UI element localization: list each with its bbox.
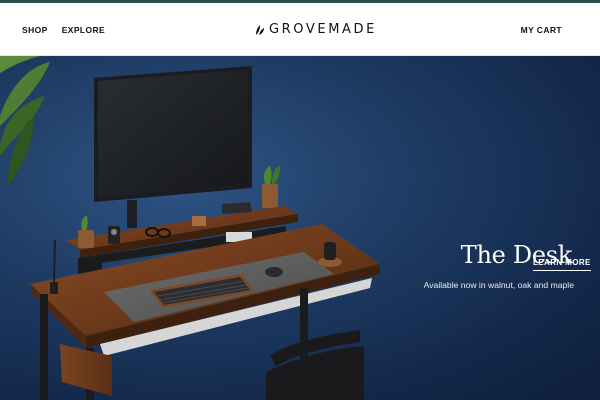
cart-area: MY CART	[521, 3, 562, 56]
nav-shop-link[interactable]: SHOP	[22, 25, 48, 35]
site-logo[interactable]: GROVEMADE	[255, 3, 377, 56]
primary-nav: SHOP EXPLORE	[22, 3, 105, 56]
mouse	[265, 267, 283, 277]
learn-more-link[interactable]: LEARN MORE	[533, 258, 591, 271]
pen-holder	[50, 239, 58, 294]
hero-subtitle: Available now in walnut, oak and maple	[423, 280, 574, 290]
logo-wordmark: GROVEMADE	[269, 22, 377, 37]
site-header: SHOP EXPLORE GROVEMADE MY CART	[0, 3, 600, 56]
plant-leaves	[0, 56, 50, 186]
my-cart-link[interactable]: MY CART	[521, 25, 562, 35]
grovemade-leaf-logo-icon	[256, 24, 264, 35]
desk-hero-image	[0, 56, 380, 400]
nav-explore-link[interactable]: EXPLORE	[62, 25, 105, 35]
potted-plant-right	[262, 166, 280, 208]
hero-banner: The Desk Available now in walnut, oak an…	[0, 56, 600, 400]
chair	[266, 330, 364, 400]
